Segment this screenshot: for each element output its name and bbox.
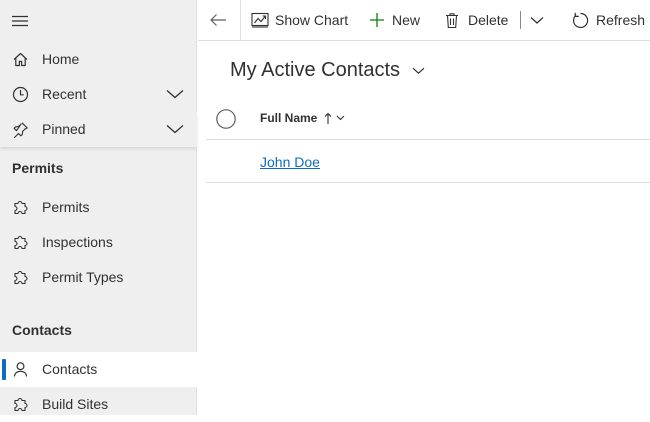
page-title: My Active Contacts [230, 59, 401, 81]
divider [240, 0, 241, 40]
home-icon [12, 51, 29, 68]
sidebar-item-build-sites[interactable]: Build Sites [0, 387, 197, 422]
sidebar-item-label: Contacts [42, 361, 98, 377]
hamburger-menu-icon[interactable] [12, 15, 28, 27]
sidebar: Home Recent Pinned Permits Permits Inspe… [0, 0, 197, 415]
chevron-down-icon [336, 115, 345, 121]
trash-icon [445, 12, 459, 29]
delete-label: Delete [468, 12, 509, 28]
refresh-label: Refresh [596, 12, 646, 28]
arrow-left-icon [210, 14, 226, 26]
chevron-down-icon[interactable] [166, 123, 184, 135]
show-chart-label: Show Chart [275, 12, 349, 28]
chevron-down-icon[interactable] [166, 88, 184, 100]
sidebar-item-permit-types[interactable]: Permit Types [0, 260, 197, 295]
sidebar-item-home[interactable]: Home [0, 42, 197, 77]
section-title-contacts: Contacts [12, 322, 72, 338]
sidebar-item-label: Home [42, 51, 80, 67]
row-select-checkbox[interactable] [216, 152, 236, 172]
show-chart-button[interactable]: Show Chart [251, 0, 348, 40]
sidebar-item-recent[interactable]: Recent [0, 77, 197, 112]
command-bar: Show Chart New Delete Refresh [198, 0, 650, 41]
clock-icon [12, 86, 29, 103]
table-row[interactable]: John Doe [206, 141, 650, 183]
new-button[interactable]: New [369, 0, 420, 40]
puzzle-icon [12, 269, 29, 286]
sidebar-item-label: Permit Types [42, 269, 124, 285]
view-selector[interactable]: My Active Contacts [230, 59, 425, 82]
puzzle-icon [12, 396, 29, 413]
puzzle-icon [12, 234, 29, 251]
sidebar-item-label: Permits [42, 199, 90, 215]
sidebar-item-label: Pinned [42, 121, 86, 137]
person-icon [12, 361, 29, 378]
chart-icon [251, 12, 269, 28]
delete-button[interactable]: Delete [445, 0, 508, 40]
puzzle-icon [12, 199, 29, 216]
sidebar-item-contacts[interactable]: Contacts [0, 352, 197, 387]
sidebar-item-inspections[interactable]: Inspections [0, 225, 197, 260]
split-divider [520, 11, 521, 29]
sidebar-item-permits[interactable]: Permits [0, 190, 197, 225]
chevron-down-icon [530, 16, 544, 24]
active-indicator [2, 359, 6, 380]
refresh-icon [572, 12, 589, 29]
sidebar-item-label: Inspections [42, 234, 113, 250]
section-title-permits: Permits [12, 160, 64, 176]
more-commands-dropdown[interactable] [530, 0, 546, 40]
plus-icon [369, 12, 385, 28]
sidebar-item-label: Recent [42, 86, 87, 102]
sidebar-item-label: Build Sites [42, 396, 109, 412]
refresh-button[interactable]: Refresh [572, 0, 645, 40]
pin-icon [12, 121, 29, 138]
chevron-down-icon [412, 67, 425, 75]
back-button[interactable] [209, 0, 229, 40]
sort-ascending-icon [324, 112, 332, 125]
select-all-checkbox[interactable] [216, 109, 236, 129]
new-label: New [392, 12, 421, 28]
column-header-full-name[interactable]: Full Name [260, 111, 345, 125]
sidebar-item-pinned[interactable]: Pinned [0, 112, 197, 147]
contact-name-link[interactable]: John Doe [260, 154, 320, 170]
column-header-label: Full Name [260, 111, 318, 125]
grid-header: Full Name [206, 98, 650, 140]
